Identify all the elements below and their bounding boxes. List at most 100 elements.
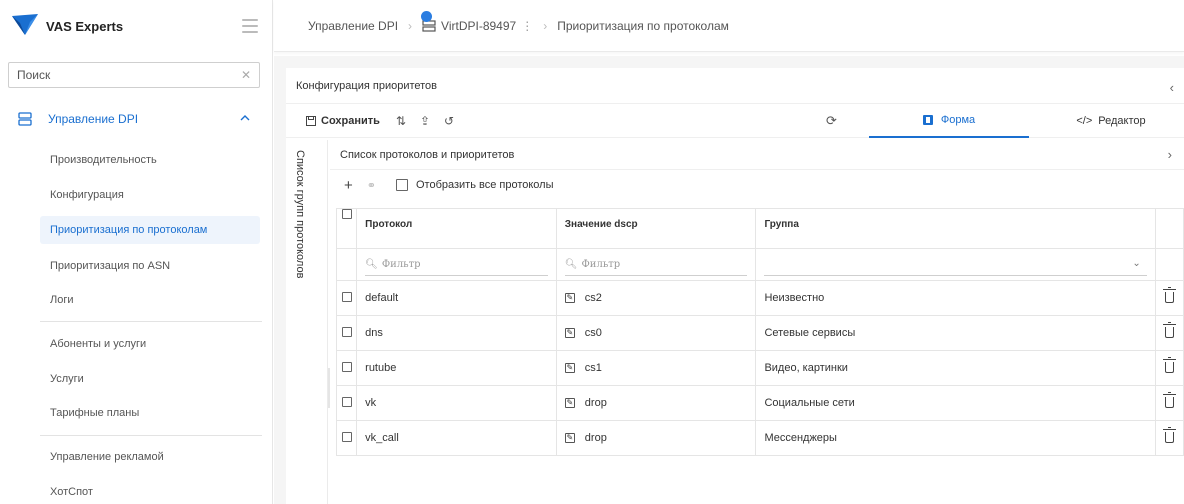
dscp-cell[interactable]: ✎ drop — [555, 420, 757, 456]
table-row[interactable]: default ✎ cs2 Неизвестно — [335, 280, 1184, 316]
dscp-filter-cell: 🔍︎ Фильтр — [555, 248, 757, 281]
row-checkbox[interactable] — [341, 396, 352, 407]
swap-icon[interactable]: ⇅ — [396, 114, 406, 128]
protocol-cell[interactable]: vk — [356, 385, 557, 421]
tab-form-label: Форма — [940, 114, 976, 126]
server-stack-icon — [18, 112, 32, 126]
status-dot — [421, 10, 433, 22]
tab-form[interactable]: Форма — [869, 104, 1029, 138]
protocol-cell[interactable]: vk_call — [356, 420, 557, 456]
dscp-value: drop — [584, 397, 607, 409]
group-filter-select[interactable]: ⌄ — [764, 254, 1147, 276]
show-all-protocols-toggle[interactable]: Отобразить все протоколы — [395, 179, 554, 191]
filter-spacer — [1154, 248, 1184, 281]
select-all-checkbox[interactable] — [341, 209, 352, 219]
sidebar-item-hotspot[interactable]: ХотСпот — [40, 478, 260, 504]
table-header-row: Протокол Значение dscp Группа — [335, 208, 1184, 249]
edit-icon[interactable]: ✎ — [564, 293, 575, 303]
row-actions — [1154, 350, 1184, 386]
history-icon[interactable]: ↺ — [444, 114, 454, 128]
table-row[interactable]: vk_call ✎ drop Мессенджеры — [335, 420, 1184, 456]
server-icon — [421, 10, 436, 32]
sidebar-item-performance[interactable]: Производительность — [40, 146, 260, 174]
select-all-cell — [335, 208, 358, 249]
row-select-cell — [335, 350, 358, 386]
sidebar-item-tariffs[interactable]: Тарифные планы — [40, 399, 260, 427]
column-header-group[interactable]: Группа — [755, 208, 1156, 249]
chevron-right-icon[interactable]: › — [1168, 147, 1172, 162]
tab-editor[interactable]: </> Редактор — [1046, 104, 1176, 138]
dscp-filter-input[interactable]: 🔍︎ Фильтр — [564, 254, 748, 276]
sidebar-item-asn-priority[interactable]: Приоритизация по ASN — [40, 252, 260, 280]
menu-toggle-icon[interactable] — [242, 19, 258, 33]
sidebar-item-subscribers[interactable]: Абоненты и услуги — [40, 330, 260, 358]
edit-icon[interactable]: ✎ — [564, 328, 575, 338]
dscp-cell[interactable]: ✎ cs1 — [555, 350, 757, 386]
row-checkbox[interactable] — [341, 326, 352, 337]
protocol-groups-panel[interactable]: Список групп протоколов — [286, 140, 328, 504]
sidebar-search[interactable]: ✕ — [8, 62, 260, 88]
filter-placeholder: Фильтр — [581, 258, 621, 270]
dscp-cell[interactable]: ✎ drop — [555, 385, 757, 421]
group-cell[interactable]: Социальные сети — [755, 385, 1156, 421]
filter-placeholder: Фильтр — [381, 258, 421, 270]
trash-icon[interactable] — [1162, 357, 1176, 373]
dscp-value: drop — [584, 432, 607, 444]
edit-icon[interactable]: ✎ — [564, 398, 575, 408]
row-checkbox[interactable] — [341, 431, 352, 442]
tab-editor-label: Редактор — [1098, 115, 1146, 127]
clear-icon[interactable]: ✕ — [241, 68, 251, 82]
dscp-value: cs1 — [584, 362, 602, 374]
upload-icon[interactable]: ⇪ — [420, 114, 430, 128]
sidebar-search-input[interactable] — [17, 68, 241, 82]
protocol-cell[interactable]: default — [356, 280, 557, 316]
trash-icon[interactable] — [1162, 322, 1176, 338]
edit-icon[interactable]: ✎ — [564, 363, 575, 373]
subpanel-title: Список протоколов и приоритетов — [340, 148, 515, 161]
show-all-checkbox[interactable] — [395, 179, 408, 191]
breadcrumb-root[interactable]: Управление DPI — [308, 19, 398, 33]
group-cell[interactable]: Видео, картинки — [755, 350, 1156, 386]
row-actions — [1154, 315, 1184, 351]
chevron-right-icon: › — [408, 18, 413, 33]
refresh-icon[interactable]: ⟳ — [826, 113, 837, 129]
more-vertical-icon[interactable]: ⋮ — [521, 19, 533, 33]
table-row[interactable]: rutube ✎ cs1 Видео, картинки — [335, 350, 1184, 386]
table-row[interactable]: dns ✎ cs0 Сетевые сервисы — [335, 315, 1184, 351]
filter-spacer — [335, 248, 358, 281]
row-checkbox[interactable] — [341, 361, 352, 372]
add-icon[interactable]: + — [344, 177, 353, 194]
edit-icon[interactable]: ✎ — [564, 433, 575, 443]
sidebar-item-logs[interactable]: Логи — [40, 286, 260, 314]
chevron-up-icon[interactable] — [240, 113, 250, 123]
save-button[interactable]: Сохранить — [306, 115, 380, 127]
row-select-cell — [335, 280, 358, 316]
protocol-cell[interactable]: rutube — [356, 350, 557, 386]
group-cell[interactable]: Мессенджеры — [755, 420, 1156, 456]
sidebar-group-dpi[interactable]: Управление DPI — [0, 104, 272, 134]
dscp-cell[interactable]: ✎ cs2 — [555, 280, 757, 316]
protocol-filter-input[interactable]: 🔍︎ Фильтр — [365, 254, 548, 276]
subpanel-header: Список протоколов и приоритетов › — [330, 140, 1184, 170]
sidebar-item-protocol-priority[interactable]: Приоритизация по протоколам — [40, 216, 260, 244]
chevron-left-icon[interactable]: ‹ — [1170, 80, 1174, 95]
protocol-table: Протокол Значение dscp Группа 🔍︎ Фильтр 🔍… — [335, 208, 1184, 456]
column-header-dscp[interactable]: Значение dscp — [555, 208, 757, 249]
breadcrumb-device[interactable]: VirtDPI-89497 — [441, 19, 516, 33]
trash-icon[interactable] — [1162, 287, 1176, 303]
row-select-cell — [335, 385, 358, 421]
table-row[interactable]: vk ✎ drop Социальные сети — [335, 385, 1184, 421]
group-cell[interactable]: Неизвестно — [755, 280, 1156, 316]
dscp-cell[interactable]: ✎ cs0 — [555, 315, 757, 351]
link-icon[interactable]: ⚭ — [367, 179, 376, 192]
trash-icon[interactable] — [1162, 392, 1176, 408]
sidebar-item-services[interactable]: Услуги — [40, 365, 260, 393]
sidebar-item-ads[interactable]: Управление рекламой — [40, 443, 260, 471]
protocol-cell[interactable]: dns — [356, 315, 557, 351]
logo[interactable]: VAS Experts — [0, 0, 272, 52]
sidebar-item-configuration[interactable]: Конфигурация — [40, 181, 260, 209]
row-checkbox[interactable] — [341, 291, 352, 302]
column-header-protocol[interactable]: Протокол — [356, 208, 557, 249]
trash-icon[interactable] — [1162, 427, 1176, 443]
group-cell[interactable]: Сетевые сервисы — [755, 315, 1156, 351]
